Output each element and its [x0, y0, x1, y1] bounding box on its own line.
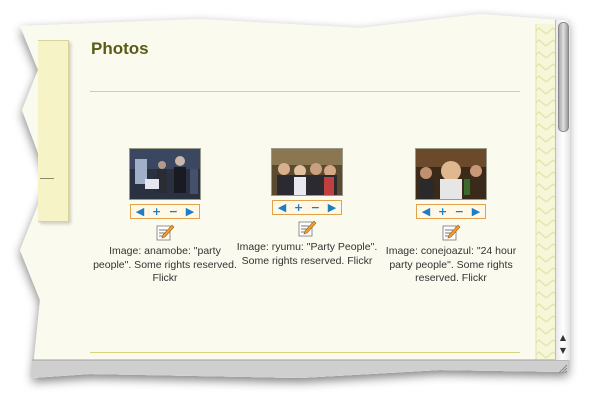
minus-icon[interactable]: −	[166, 205, 180, 218]
photo-thumbnail[interactable]	[271, 148, 343, 196]
triangle-right-icon[interactable]: ▶	[183, 205, 197, 218]
triangle-left-icon[interactable]: ◀	[275, 201, 289, 214]
photo-controls: ◀ + − ▶	[416, 204, 486, 219]
triangle-left-icon[interactable]: ◀	[419, 205, 433, 218]
main-content: Photos ◀ + − ▶ Image: anamobe: "party pe…	[38, 30, 538, 366]
photo-controls: ◀ + − ▶	[272, 200, 342, 215]
photo-caption: Image: conejoazul: "24 hour party people…	[385, 245, 517, 284]
photos-window: Photos ◀ + − ▶ Image: anamobe: "party pe…	[0, 0, 602, 416]
photo-thumbnail[interactable]	[129, 148, 201, 200]
plus-icon[interactable]: +	[436, 205, 450, 218]
photo-item: ◀ + − ▶ Image: ryumu: "Party People". So…	[232, 148, 382, 268]
vertical-scrollbar[interactable]: ▲ ▼	[555, 20, 570, 360]
page-title: Photos	[91, 39, 149, 58]
photo-item: ◀ + − ▶ Image: anamobe: "party people". …	[90, 148, 240, 286]
photo-thumbnail[interactable]	[415, 148, 487, 200]
photo-caption: Image: anamobe: "party people". Some rig…	[93, 245, 237, 284]
plus-icon[interactable]: +	[150, 205, 164, 218]
scroll-up-arrow-icon[interactable]: ▲	[557, 332, 569, 344]
triangle-left-icon[interactable]: ◀	[133, 205, 147, 218]
plus-icon[interactable]: +	[292, 201, 306, 214]
photo-item: ◀ + − ▶ Image: conejoazul: "24 hour part…	[376, 148, 526, 286]
bottom-divider	[90, 352, 520, 353]
photo-caption: Image: ryumu: "Party People". Some right…	[236, 241, 378, 267]
resize-grip-icon[interactable]	[556, 362, 568, 374]
triangle-right-icon[interactable]: ▶	[325, 201, 339, 214]
minus-icon[interactable]: −	[308, 201, 322, 214]
edit-pencil-icon[interactable]	[441, 223, 461, 241]
scroll-down-arrow-icon[interactable]: ▼	[557, 345, 569, 357]
scrollbar-thumb[interactable]	[558, 22, 569, 132]
minus-icon[interactable]: −	[452, 205, 466, 218]
edit-pencil-icon[interactable]	[155, 223, 175, 241]
triangle-right-icon[interactable]: ▶	[469, 205, 483, 218]
photo-controls: ◀ + − ▶	[130, 204, 200, 219]
top-divider	[90, 91, 520, 92]
edit-pencil-icon[interactable]	[297, 219, 317, 237]
